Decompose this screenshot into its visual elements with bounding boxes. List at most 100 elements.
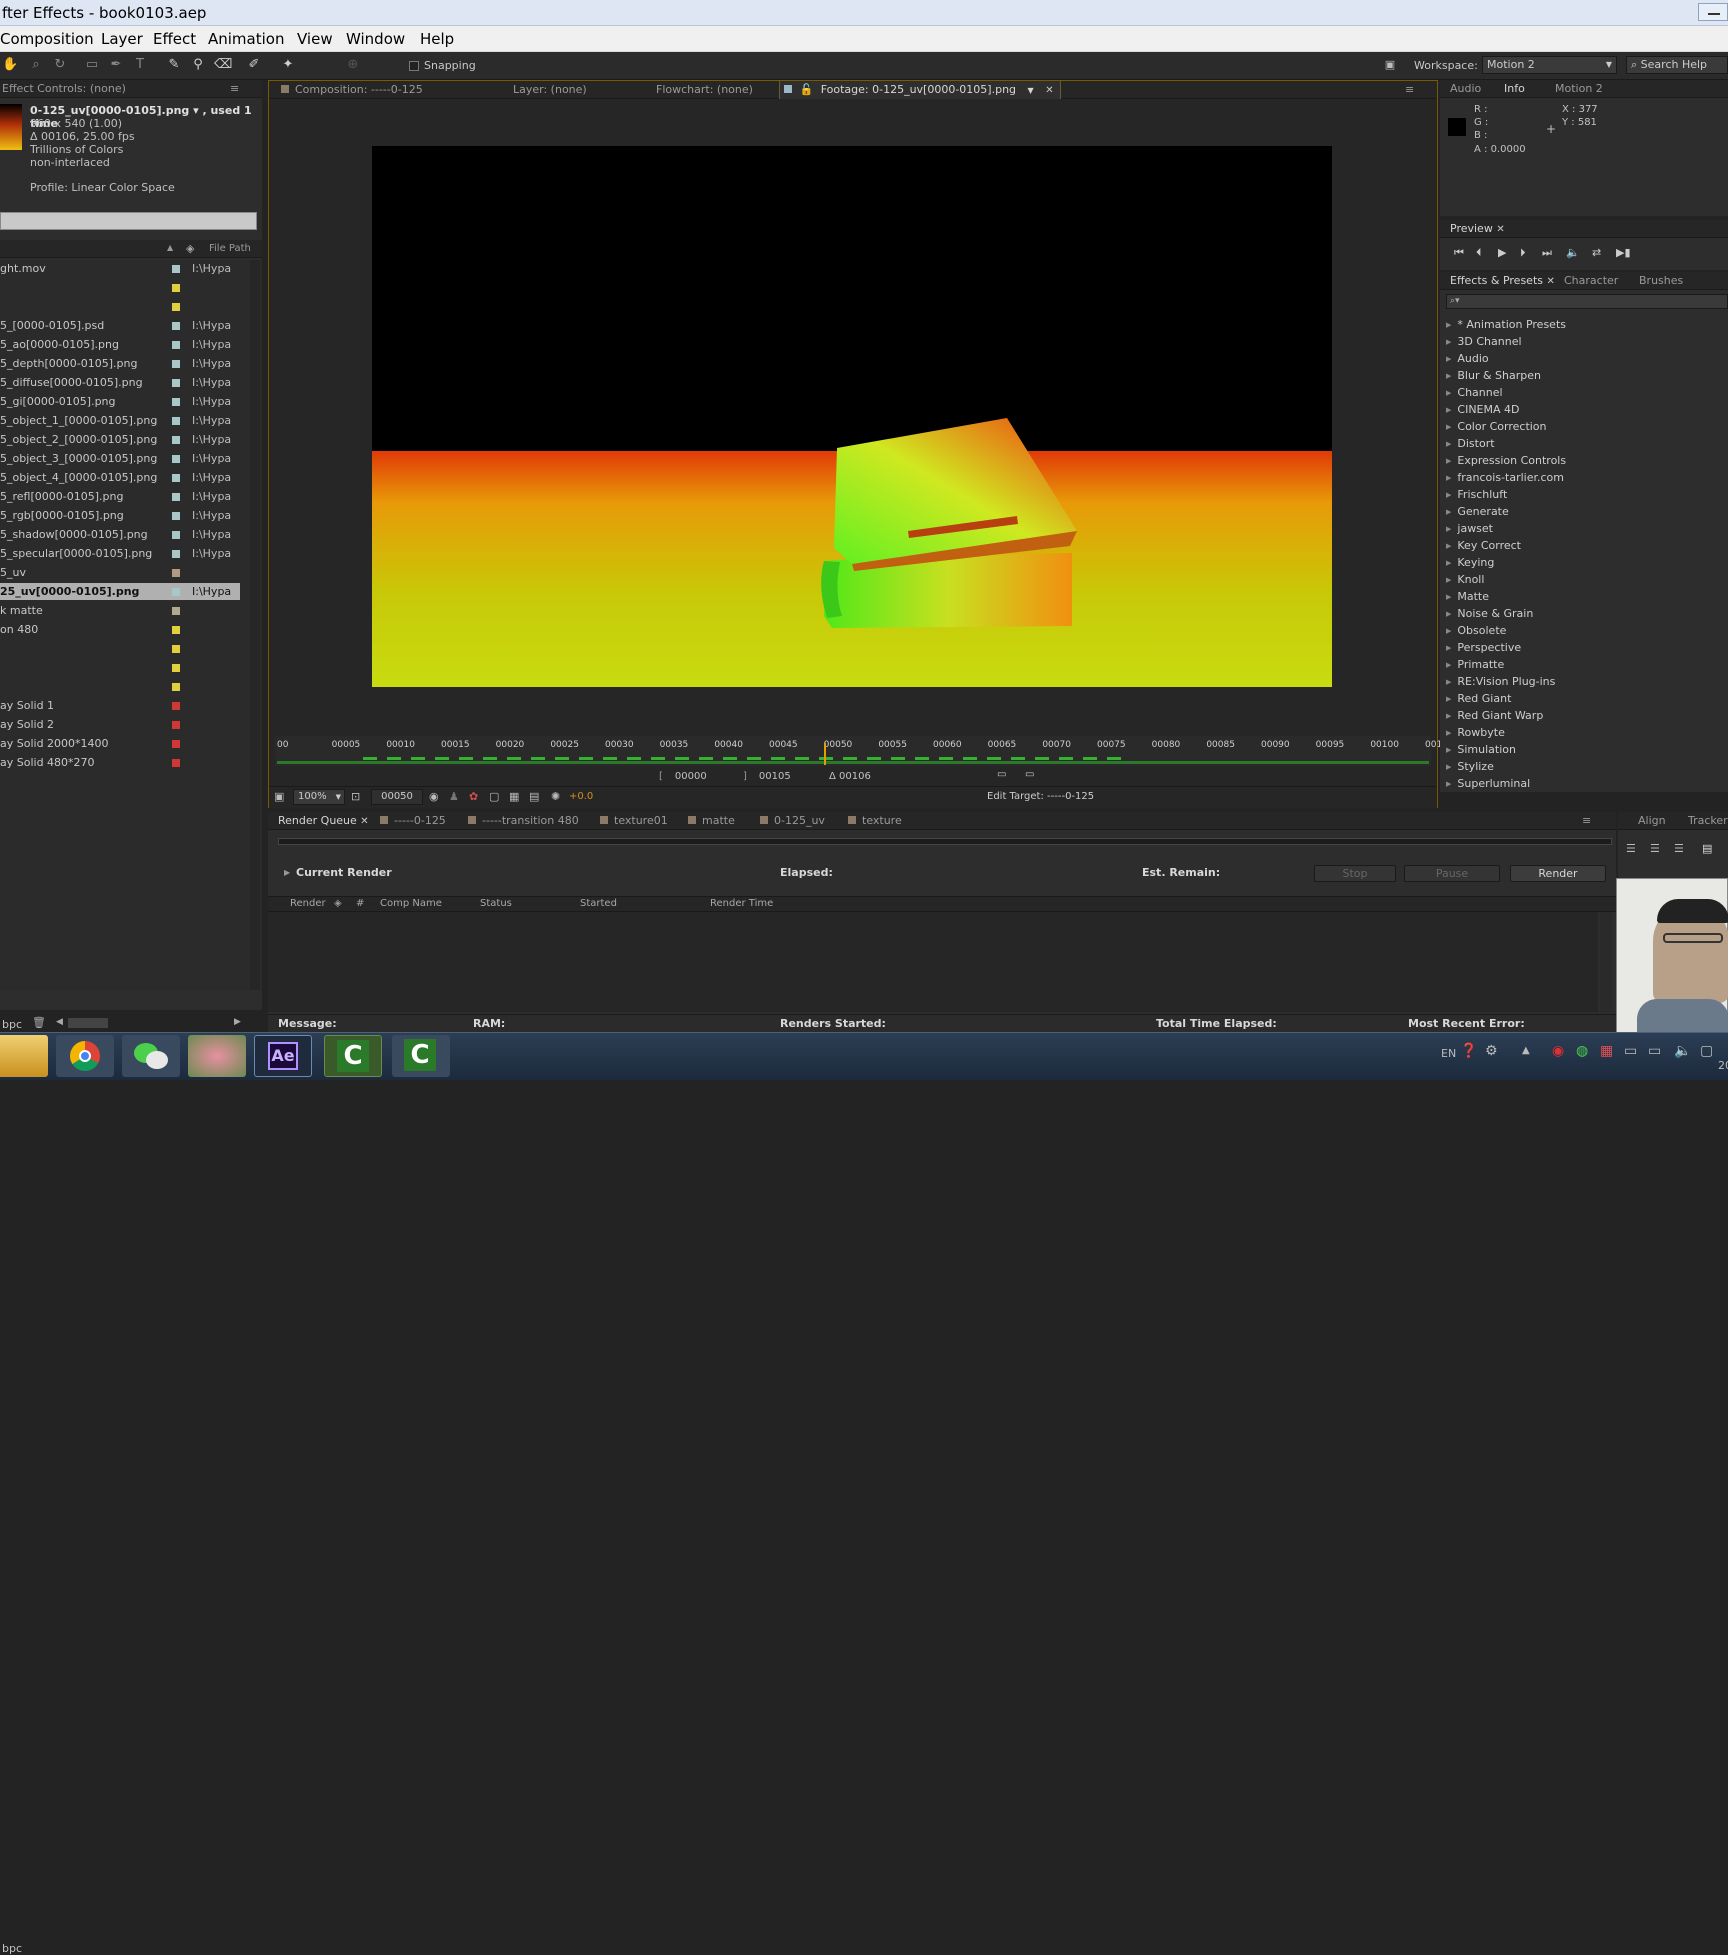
- close-icon[interactable]: ✕: [1496, 224, 1504, 235]
- tab-comp-matte[interactable]: matte: [688, 812, 735, 830]
- label-color-swatch[interactable]: [172, 360, 180, 368]
- tab-comp-0-125[interactable]: -----0-125: [380, 812, 446, 830]
- expand-triangle-icon[interactable]: ▶: [284, 868, 290, 877]
- workspace-select[interactable]: Motion 2 ▼: [1482, 56, 1617, 74]
- tab-info[interactable]: Info: [1504, 80, 1525, 98]
- render-queue-menu-icon[interactable]: ≡: [1582, 812, 1591, 830]
- battery-icon[interactable]: ▭: [1648, 1043, 1661, 1059]
- effect-category[interactable]: Channel: [1446, 384, 1502, 401]
- effect-category[interactable]: Rowbyte: [1446, 724, 1504, 741]
- viewer-menu-icon[interactable]: ≡: [1405, 81, 1414, 99]
- display-icon[interactable]: ▭: [1624, 1043, 1637, 1059]
- first-frame-icon[interactable]: ⏮: [1454, 246, 1464, 260]
- label-color-swatch[interactable]: [172, 550, 180, 558]
- label-color-swatch[interactable]: [172, 265, 180, 273]
- effect-category[interactable]: Color Correction: [1446, 418, 1546, 435]
- show-snapshot-icon[interactable]: ♟: [449, 790, 459, 803]
- effect-category[interactable]: francois-tarlier.com: [1446, 469, 1564, 486]
- work-area-icon[interactable]: ▭: [997, 769, 1006, 780]
- effects-search-input[interactable]: ⌕▾: [1446, 294, 1728, 309]
- puppet-pin-tool-icon[interactable]: ✦: [280, 57, 296, 73]
- col-file-path[interactable]: File Path: [209, 243, 251, 254]
- rectangle-tool-icon[interactable]: ▭: [84, 57, 100, 73]
- effect-category[interactable]: Obsolete: [1446, 622, 1506, 639]
- label-color-swatch[interactable]: [172, 512, 180, 520]
- label-color-swatch[interactable]: [172, 721, 180, 729]
- project-item[interactable]: 5_ao[0000-0105].png I:\Hypa: [0, 336, 240, 353]
- snapshot-icon[interactable]: ◉: [429, 790, 439, 803]
- project-item[interactable]: 25_uv[0000-0105].png I:\Hypa: [0, 583, 240, 600]
- project-item[interactable]: [0, 279, 240, 296]
- hand-tool-icon[interactable]: ✋: [2, 57, 18, 73]
- project-item[interactable]: [0, 298, 240, 315]
- label-color-swatch[interactable]: [172, 322, 180, 330]
- project-item[interactable]: ay Solid 2000*1400: [0, 735, 240, 752]
- effect-category[interactable]: Red Giant: [1446, 690, 1511, 707]
- effect-category[interactable]: Key Correct: [1446, 537, 1521, 554]
- effect-category[interactable]: Perspective: [1446, 639, 1521, 656]
- photo-app-icon[interactable]: [188, 1035, 246, 1077]
- project-item[interactable]: k matte: [0, 602, 240, 619]
- close-icon[interactable]: ✕: [360, 816, 368, 827]
- tab-comp-0-125-uv[interactable]: 0-125_uv: [760, 812, 825, 830]
- after-effects-icon[interactable]: Ae: [254, 1035, 312, 1077]
- effect-category[interactable]: Matte: [1446, 588, 1489, 605]
- col-render-time[interactable]: Render Time: [710, 896, 773, 912]
- playhead[interactable]: [823, 743, 826, 765]
- volume-icon[interactable]: 🔈: [1674, 1043, 1691, 1059]
- menu-layer[interactable]: Layer: [101, 26, 143, 52]
- project-item[interactable]: 5_diffuse[0000-0105].png I:\Hypa: [0, 374, 240, 391]
- previous-frame-icon[interactable]: ⏴: [1476, 246, 1482, 260]
- effect-category[interactable]: Audio: [1446, 350, 1488, 367]
- chevron-down-icon[interactable]: ▼: [1028, 86, 1034, 95]
- exposure-value[interactable]: +0.0: [569, 791, 593, 802]
- effect-category[interactable]: Keying: [1446, 554, 1494, 571]
- zoom-tool-icon[interactable]: ⌕: [28, 57, 44, 73]
- clone-stamp-tool-icon[interactable]: ⚲: [190, 57, 206, 73]
- label-color-swatch[interactable]: [172, 645, 180, 653]
- label-color-swatch[interactable]: [172, 455, 180, 463]
- label-color-swatch[interactable]: [172, 398, 180, 406]
- tab-preview[interactable]: Preview ✕: [1450, 220, 1505, 238]
- zoom-select[interactable]: 100% ▼: [293, 789, 345, 805]
- project-item[interactable]: ght.mov I:\Hypa: [0, 260, 240, 277]
- effect-category[interactable]: jawset: [1446, 520, 1493, 537]
- effect-category[interactable]: Primatte: [1446, 656, 1504, 673]
- label-color-swatch[interactable]: [172, 493, 180, 501]
- roto-brush-tool-icon[interactable]: ✐: [246, 57, 262, 73]
- project-item[interactable]: ay Solid 2: [0, 716, 240, 733]
- panel-menu-icon[interactable]: ≡: [230, 80, 239, 98]
- region-of-interest-icon[interactable]: ▢: [489, 790, 499, 803]
- label-color-swatch[interactable]: [172, 626, 180, 634]
- label-tag-icon[interactable]: ◈: [334, 896, 342, 912]
- label-tag-icon[interactable]: ◈: [186, 242, 194, 255]
- in-point[interactable]: [00000: [659, 771, 707, 782]
- project-item[interactable]: [0, 640, 240, 657]
- project-item[interactable]: 5_object_1_[0000-0105].png I:\Hypa: [0, 412, 240, 429]
- ram-preview-icon[interactable]: ▶▮: [1616, 246, 1631, 259]
- stop-button[interactable]: Stop: [1314, 865, 1396, 882]
- workspace-icon[interactable]: ▣: [1382, 57, 1398, 73]
- tab-align[interactable]: Align: [1638, 812, 1666, 830]
- close-icon[interactable]: ✕: [1045, 85, 1053, 96]
- type-tool-icon[interactable]: T: [132, 57, 148, 73]
- scroll-left-icon[interactable]: ◀: [56, 1017, 63, 1027]
- lock-icon[interactable]: 🔓: [800, 83, 814, 96]
- settings-icon[interactable]: ⚙: [1485, 1043, 1498, 1059]
- network-error-icon[interactable]: ▦: [1600, 1043, 1613, 1059]
- chrome-icon[interactable]: [56, 1035, 114, 1077]
- project-item[interactable]: 5_refl[0000-0105].png I:\Hypa: [0, 488, 240, 505]
- menu-animation[interactable]: Animation: [208, 26, 284, 52]
- rotate-tool-icon[interactable]: ↻: [52, 57, 68, 73]
- label-color-swatch[interactable]: [172, 702, 180, 710]
- tab-effect-controls[interactable]: Effect Controls: (none): [2, 80, 126, 98]
- col-started[interactable]: Started: [580, 896, 617, 912]
- align-left-icon[interactable]: ☰: [1626, 842, 1636, 855]
- tab-motion2[interactable]: Motion 2: [1555, 80, 1603, 98]
- effect-category[interactable]: Expression Controls: [1446, 452, 1566, 469]
- col-number[interactable]: #: [356, 896, 364, 912]
- col-status[interactable]: Status: [480, 896, 512, 912]
- effect-category[interactable]: Simulation: [1446, 741, 1516, 758]
- bpc-label[interactable]: bpc: [2, 1942, 22, 1955]
- sort-arrow-icon[interactable]: ▲: [167, 243, 173, 252]
